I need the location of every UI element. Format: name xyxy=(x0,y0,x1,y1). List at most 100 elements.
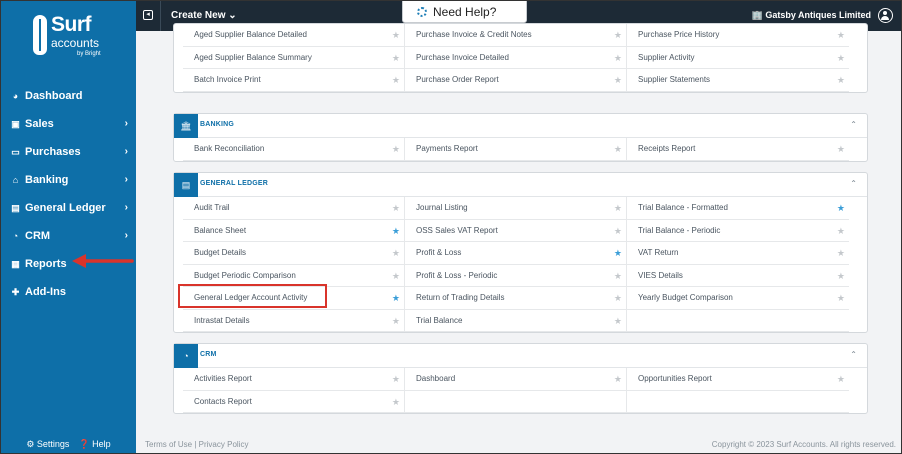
sidebar-item-crm[interactable]: ◔ CRM › xyxy=(1,222,136,250)
star-icon[interactable]: ★ xyxy=(614,69,622,91)
sidebar-toggle-icon[interactable]: ◂ xyxy=(143,10,153,20)
create-new-button[interactable]: Create New ⌄ xyxy=(171,10,237,21)
report-link[interactable]: Dashboard ★ xyxy=(405,368,627,391)
star-filled-icon[interactable]: ★ xyxy=(614,242,622,264)
report-link[interactable]: Aged Supplier Balance Summary ★ xyxy=(183,46,405,69)
terms-link[interactable]: Terms of Use xyxy=(145,440,192,449)
banking-header[interactable]: 🏛 BANKING ⌃ xyxy=(174,114,867,138)
report-link[interactable]: Contacts Report ★ xyxy=(183,390,405,413)
collapse-icon[interactable]: ⌃ xyxy=(850,350,857,359)
report-link[interactable]: Budget Periodic Comparison ★ xyxy=(183,264,405,287)
sidebar-item-banking[interactable]: ⌂ Banking › xyxy=(1,166,136,194)
report-link[interactable]: Batch Invoice Print ★ xyxy=(183,69,405,92)
logo-text: Surf xyxy=(51,13,92,36)
report-link[interactable]: Audit Trail ★ xyxy=(183,197,405,220)
star-icon[interactable]: ★ xyxy=(837,287,845,309)
report-link[interactable]: Profit & Loss - Periodic ★ xyxy=(405,264,627,287)
report-link[interactable]: Trial Balance ★ xyxy=(405,309,627,332)
sidebar-item-dashboard[interactable]: ◕ Dashboard xyxy=(1,82,136,110)
pie-chart-icon: ◔ xyxy=(12,231,19,241)
sidebar-item-general-ledger[interactable]: ▤ General Ledger › xyxy=(1,194,136,222)
star-icon[interactable]: ★ xyxy=(392,242,400,264)
table-icon: ▦ xyxy=(11,258,20,269)
report-link[interactable]: Trial Balance - Periodic ★ xyxy=(627,220,849,242)
star-icon[interactable]: ★ xyxy=(837,220,845,242)
star-icon[interactable]: ★ xyxy=(837,24,845,46)
star-icon[interactable]: ★ xyxy=(614,287,622,309)
star-icon[interactable]: ★ xyxy=(837,47,845,69)
surf-accounts-logo[interactable]: Surf accounts by Bright xyxy=(1,11,136,71)
star-icon[interactable]: ★ xyxy=(392,138,400,160)
report-link[interactable]: Supplier Statements ★ xyxy=(627,69,849,92)
report-link[interactable]: OSS Sales VAT Report ★ xyxy=(405,219,627,242)
sidebar-item-label: Add-Ins xyxy=(25,286,66,298)
collapse-icon[interactable]: ⌃ xyxy=(850,120,857,129)
star-icon[interactable]: ★ xyxy=(614,220,622,242)
star-icon[interactable]: ★ xyxy=(392,24,400,46)
star-icon[interactable]: ★ xyxy=(392,69,400,91)
star-icon[interactable]: ★ xyxy=(392,197,400,219)
sidebar-item-purchases[interactable]: ▭ Purchases › xyxy=(1,138,136,166)
collapse-icon[interactable]: ⌃ xyxy=(850,179,857,188)
report-link[interactable]: Opportunities Report ★ xyxy=(627,368,849,391)
report-link[interactable]: Aged Supplier Balance Detailed ★ xyxy=(183,24,405,47)
report-link[interactable]: Yearly Budget Comparison ★ xyxy=(627,287,849,310)
report-link[interactable]: VIES Details ★ xyxy=(627,265,849,287)
crm-header[interactable]: ◔ CRM ⌃ xyxy=(174,344,867,368)
star-icon[interactable]: ★ xyxy=(614,310,622,332)
empty-cell xyxy=(627,310,849,332)
star-icon[interactable]: ★ xyxy=(614,138,622,160)
settings-link[interactable]: ⚙ Settings xyxy=(26,439,69,450)
star-icon[interactable]: ★ xyxy=(837,265,845,287)
report-link[interactable]: Purchase Price History ★ xyxy=(627,24,849,47)
star-icon[interactable]: ★ xyxy=(837,138,845,160)
need-help-button[interactable]: Need Help? xyxy=(402,1,527,23)
report-link[interactable]: VAT Return ★ xyxy=(627,242,849,265)
report-link[interactable]: Purchase Invoice Detailed ★ xyxy=(405,46,627,69)
report-link[interactable]: Payments Report ★ xyxy=(405,138,627,161)
star-icon[interactable]: ★ xyxy=(837,69,845,91)
report-link[interactable]: Receipts Report ★ xyxy=(627,138,849,161)
report-link[interactable]: Profit & Loss ★ xyxy=(405,242,627,265)
company-name[interactable]: 🏢 Gatsby Antiques Limited xyxy=(752,10,871,21)
report-link[interactable]: Journal Listing ★ xyxy=(405,197,627,220)
star-icon[interactable]: ★ xyxy=(614,197,622,219)
help-link[interactable]: ❓ Help xyxy=(78,439,110,450)
report-link[interactable]: Budget Details ★ xyxy=(183,242,405,265)
help-icon xyxy=(417,6,427,17)
report-link[interactable]: Bank Reconciliation ★ xyxy=(183,138,405,161)
star-filled-icon[interactable]: ★ xyxy=(837,197,845,219)
report-label: Trial Balance - Periodic xyxy=(638,225,721,235)
report-link[interactable]: Purchase Order Report ★ xyxy=(405,69,627,92)
report-link[interactable]: Intrastat Details ★ xyxy=(183,309,405,332)
report-link[interactable]: Supplier Activity ★ xyxy=(627,47,849,69)
user-account-icon[interactable] xyxy=(878,8,893,23)
star-icon[interactable]: ★ xyxy=(392,310,400,332)
report-link[interactable]: Purchase Invoice & Credit Notes ★ xyxy=(405,24,627,47)
report-link[interactable]: Balance Sheet ★ xyxy=(183,219,405,242)
banking-panel: 🏛 BANKING ⌃ Bank Reconciliation ★ Payments… xyxy=(173,113,868,162)
star-icon[interactable]: ★ xyxy=(837,368,845,390)
star-icon[interactable]: ★ xyxy=(392,47,400,69)
star-icon[interactable]: ★ xyxy=(837,242,845,264)
star-icon[interactable]: ★ xyxy=(614,265,622,287)
report-label: Journal Listing xyxy=(416,203,468,212)
star-icon[interactable]: ★ xyxy=(392,368,400,390)
general-ledger-header[interactable]: ▤ GENERAL LEDGER ⌃ xyxy=(174,173,867,197)
empty-cell xyxy=(627,391,849,413)
report-link[interactable]: Trial Balance - Formatted ★ xyxy=(627,197,849,220)
sidebar-item-add-ins[interactable]: ✚ Add-Ins xyxy=(1,278,136,306)
star-icon[interactable]: ★ xyxy=(614,47,622,69)
report-link[interactable]: General Ledger Account Activity ★ xyxy=(183,287,405,310)
star-icon[interactable]: ★ xyxy=(392,265,400,287)
star-filled-icon[interactable]: ★ xyxy=(392,287,400,309)
report-label: Activities Report xyxy=(194,374,252,383)
star-filled-icon[interactable]: ★ xyxy=(392,220,400,242)
star-icon[interactable]: ★ xyxy=(392,391,400,413)
report-link[interactable]: Activities Report ★ xyxy=(183,368,405,391)
star-icon[interactable]: ★ xyxy=(614,368,622,390)
star-icon[interactable]: ★ xyxy=(614,24,622,46)
report-link[interactable]: Return of Trading Details ★ xyxy=(405,287,627,310)
privacy-link[interactable]: Privacy Policy xyxy=(199,440,249,449)
sidebar-item-sales[interactable]: ▣ Sales › xyxy=(1,110,136,138)
